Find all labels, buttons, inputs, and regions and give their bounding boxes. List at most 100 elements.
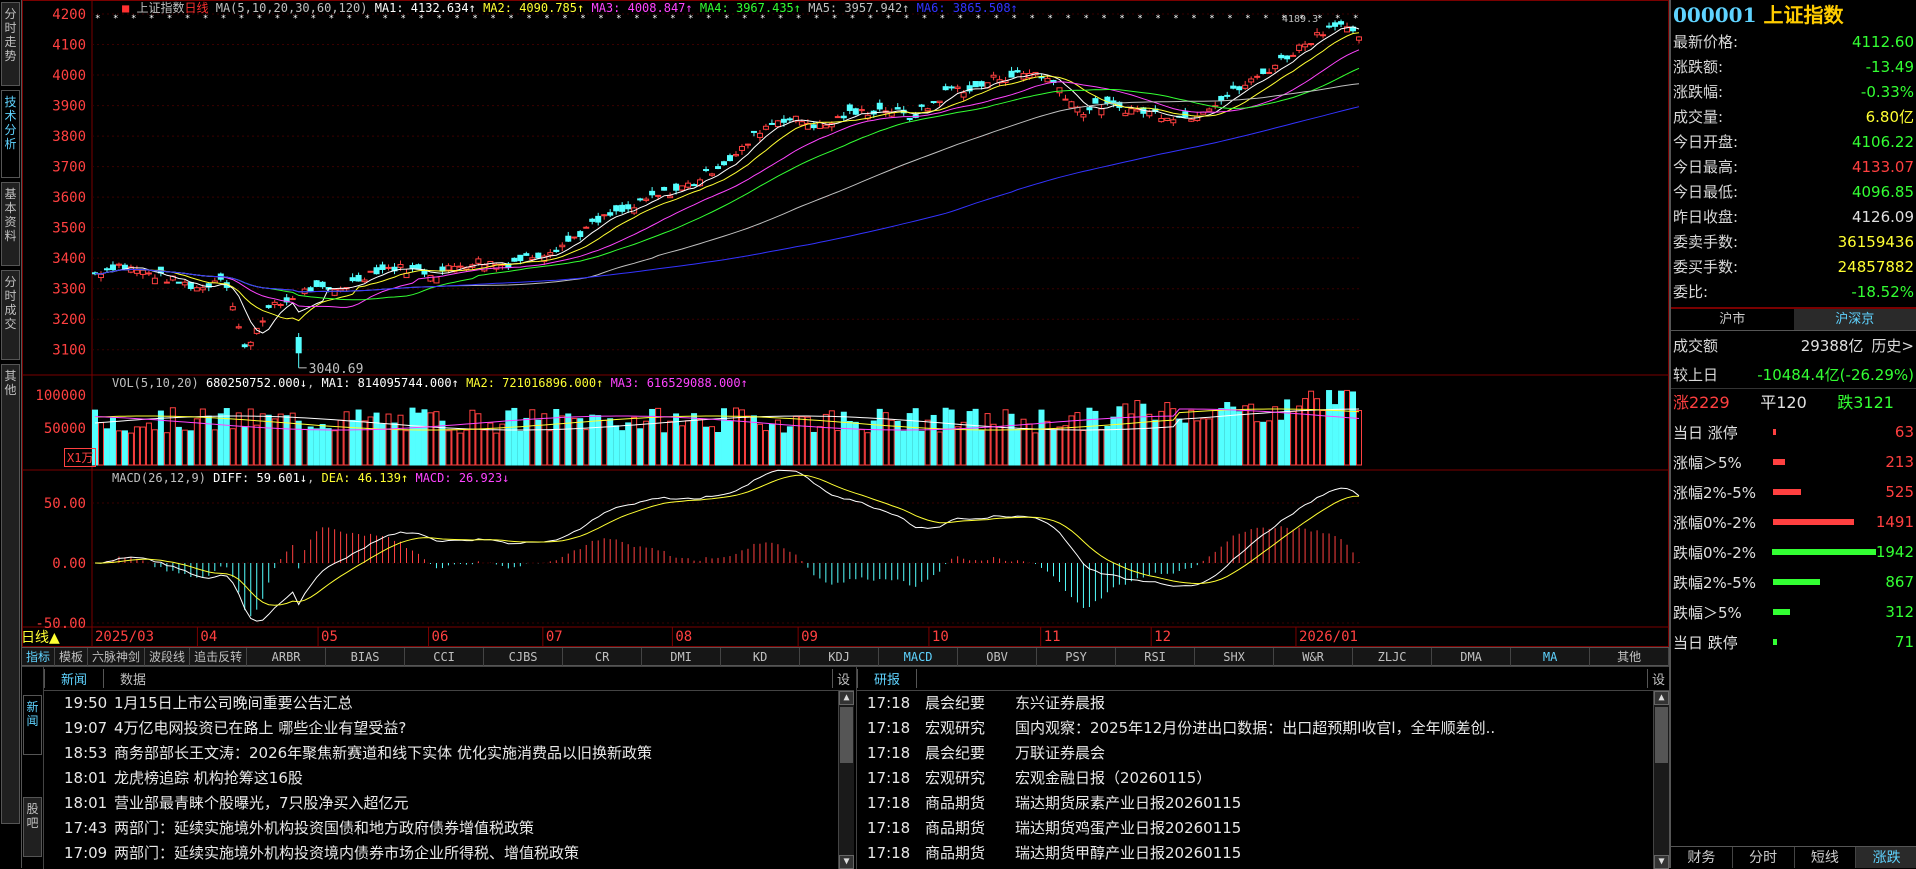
indicator-tab[interactable]: KDJ (800, 648, 879, 666)
indicator-tab[interactable]: MA (1511, 648, 1590, 666)
tab-technical[interactable]: 技术分析 (1, 90, 20, 178)
indicator-tab[interactable]: 波段线 (145, 648, 190, 666)
history-link[interactable]: 历史> (1871, 331, 1914, 361)
candle-body (1063, 99, 1068, 100)
research-title[interactable]: 瑞达期货鸡蛋产业日报20260115 (1015, 819, 1241, 837)
news-item[interactable]: 18:53商务部部长王文涛：2026年聚焦新赛道和线下实体 优化实施消费品以旧换… (44, 741, 854, 766)
indicator-tab[interactable]: DMI (642, 648, 721, 666)
period-label[interactable]: 日线▲ (21, 627, 60, 647)
scroll-up-icon[interactable]: ▲ (1654, 691, 1669, 705)
price-tick-label: 3400 (52, 251, 86, 267)
research-item[interactable]: 17:18商品期货瑞达期货尿素产业日报20260115 (857, 791, 1669, 816)
tab-sh-market[interactable]: 沪市 (1671, 309, 1794, 330)
indicator-tab[interactable]: 指标 (22, 648, 55, 666)
scroll-down-icon[interactable]: ▼ (1654, 855, 1669, 869)
research-item[interactable]: 17:18商品期货瑞达期货甲醇产业日报20260115 (857, 841, 1669, 866)
tab-hs-bj-market[interactable]: 沪深京 (1794, 309, 1916, 330)
volume-bar (1351, 392, 1356, 465)
side-tab-guba[interactable]: 股吧 (23, 797, 42, 857)
indicator-tab[interactable]: CR (563, 648, 642, 666)
volume-bar (398, 415, 403, 465)
tab-intraday[interactable]: 分时走势 (1, 2, 20, 86)
volume-bar (937, 432, 942, 465)
quote-row: 委买手数:24857882 (1671, 255, 1916, 280)
news-title[interactable]: 商务部部长王文涛：2026年聚焦新赛道和线下实体 优化实施消费品以旧换新政策 (114, 744, 652, 762)
research-category: 商品期货 (917, 816, 1015, 841)
price-tick-label: 3200 (52, 312, 86, 328)
news-settings-button[interactable]: 设 (832, 669, 854, 688)
tab-intraday-small[interactable]: 分时 (1733, 847, 1795, 868)
research-item[interactable]: 17:18宏观研究宏观金融日报（20260115） (857, 766, 1669, 791)
indicator-tab[interactable]: 模板 (55, 648, 88, 666)
news-title[interactable]: 营业部最青睐个股曝光，7只股净买入超亿元 (114, 794, 409, 812)
kline-chart[interactable]: 4200410040003900380037003600350034003300… (22, 0, 1669, 647)
indicator-tab[interactable]: OBV (958, 648, 1037, 666)
tab-tick-trades[interactable]: 分时成交 (1, 270, 20, 360)
volume-bar (590, 415, 595, 465)
tab-fundamentals[interactable]: 基本资料 (1, 182, 20, 266)
news-item[interactable]: 19:074万亿电网投资已在路上 哪些企业有望受益? (44, 716, 854, 741)
indicator-tab[interactable]: MACD (879, 648, 958, 666)
scroll-up-icon[interactable]: ▲ (839, 691, 854, 705)
research-title[interactable]: 瑞达期货尿素产业日报20260115 (1015, 794, 1241, 812)
research-scrollbar[interactable]: ▲ ▼ (1653, 691, 1669, 869)
indicator-tab[interactable]: KD (721, 648, 800, 666)
research-title[interactable]: 宏观金融日报（20260115） (1015, 769, 1211, 787)
scroll-down-icon[interactable]: ▼ (839, 855, 854, 869)
research-title[interactable]: 东兴证券晨报 (1015, 694, 1105, 712)
indicator-tab[interactable]: CCI (405, 648, 484, 666)
news-scrollbar[interactable]: ▲ ▼ (838, 691, 854, 869)
volume-bar (614, 426, 619, 465)
research-item[interactable]: 17:18晨会纪要万联证券晨会 (857, 741, 1669, 766)
news-item[interactable]: 18:01龙虎榜追踪 机构抢筹这16股 (44, 766, 854, 791)
tab-data[interactable]: 数据 (104, 669, 162, 688)
indicator-tab[interactable]: SHX (1195, 648, 1274, 666)
indicator-tab[interactable]: 六脉神剑 (88, 648, 145, 666)
distribution-row: 跌幅0%-2%1942 (1671, 537, 1916, 567)
indicator-tab[interactable]: 其他 (1590, 648, 1669, 666)
indicator-tab[interactable]: RSI (1116, 648, 1195, 666)
side-tab-news[interactable]: 新闻 (23, 695, 42, 755)
news-title[interactable]: 龙虎榜追踪 机构抢筹这16股 (114, 769, 303, 787)
indicator-tab[interactable]: ZLJC (1353, 648, 1432, 666)
tab-news[interactable]: 新闻 (44, 669, 104, 688)
candle-body (1159, 118, 1164, 121)
news-title[interactable]: 两部门：延续实施境外机构投资境内债券市场企业所得税、增值税政策 (114, 844, 579, 862)
news-item[interactable]: 18:01营业部最青睐个股曝光，7只股净买入超亿元 (44, 791, 854, 816)
scroll-thumb[interactable] (840, 707, 853, 763)
research-title[interactable]: 国内观察：2025年12月份进出口数据：出口超预期l收官l，全年顺差创.. (1015, 719, 1495, 737)
indicator-tab[interactable]: BIAS (326, 648, 405, 666)
research-title[interactable]: 万联证券晨会 (1015, 744, 1105, 762)
indicator-tab[interactable]: DMA (1432, 648, 1511, 666)
distribution-value: 867 (1885, 573, 1914, 591)
news-item[interactable]: 17:43两部门：延续实施境外机构投资国债和地方政府债券增值税政策 (44, 816, 854, 841)
tab-finance[interactable]: 财务 (1671, 847, 1733, 868)
news-item[interactable]: 17:09两部门：延续实施境外机构投资境内债券市场企业所得税、增值税政策 (44, 841, 854, 866)
kline-chart-area[interactable]: 4200410040003900380037003600350034003300… (22, 0, 1669, 647)
news-item[interactable]: 19:501月15日上市公司晚间重要公告汇总 (44, 691, 854, 716)
macd-header: MACD(26,12,9) DIFF: 59.601↓, DEA: 46.139… (112, 471, 509, 485)
volume-bar (434, 412, 439, 465)
research-settings-button[interactable]: 设 (1647, 669, 1669, 688)
scroll-thumb[interactable] (1655, 707, 1668, 763)
volume-bar (710, 427, 715, 465)
tab-updown[interactable]: 涨跌 (1856, 847, 1916, 868)
research-item[interactable]: 17:18宏观研究国内观察：2025年12月份进出口数据：出口超预期l收官l，全… (857, 716, 1669, 741)
research-title[interactable]: 瑞达期货甲醇产业日报20260115 (1015, 844, 1241, 862)
tab-research[interactable]: 研报 (857, 669, 917, 688)
candle-body (356, 275, 361, 281)
indicator-tab[interactable]: ARBR (247, 648, 326, 666)
research-item[interactable]: 17:18晨会纪要东兴证券晨报 (857, 691, 1669, 716)
research-item[interactable]: 17:18商品期货瑞达期货鸡蛋产业日报20260115 (857, 816, 1669, 841)
news-title[interactable]: 4万亿电网投资已在路上 哪些企业有望受益? (114, 719, 406, 737)
indicator-tab[interactable]: PSY (1037, 648, 1116, 666)
volume-bar (320, 425, 325, 465)
indicator-tab[interactable]: 追击反转 (190, 648, 247, 666)
tab-other[interactable]: 其他 (1, 364, 20, 824)
indicator-tab[interactable]: CJBS (484, 648, 563, 666)
news-title[interactable]: 1月15日上市公司晚间重要公告汇总 (114, 694, 353, 712)
indicator-tab[interactable]: W&R (1274, 648, 1353, 666)
tab-short-term[interactable]: 短线 (1795, 847, 1857, 868)
candle-body (230, 307, 235, 310)
news-title[interactable]: 两部门：延续实施境外机构投资国债和地方政府债券增值税政策 (114, 819, 534, 837)
